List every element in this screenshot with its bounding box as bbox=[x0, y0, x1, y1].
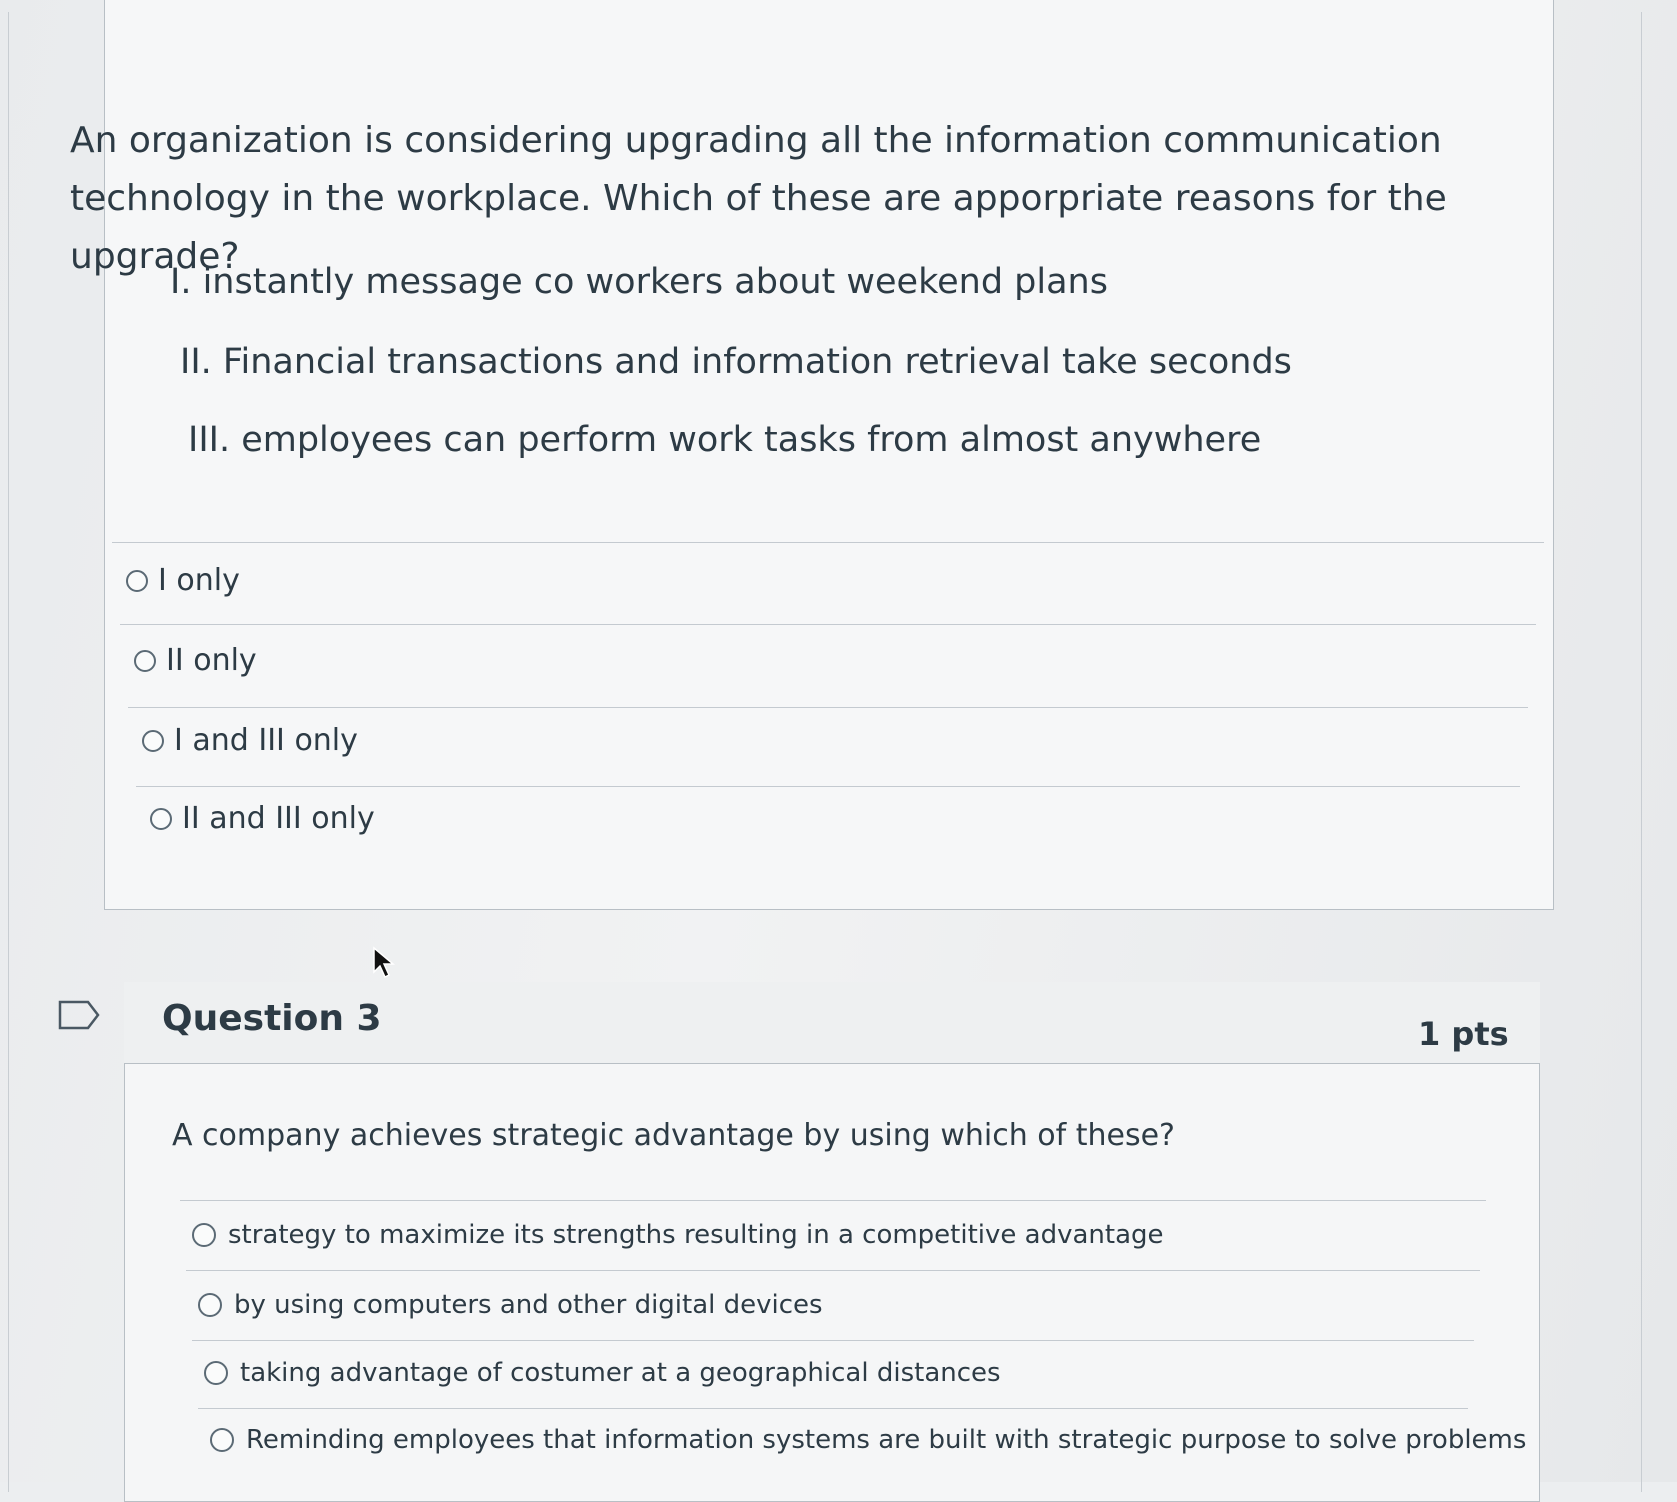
answer-divider bbox=[136, 786, 1520, 787]
answer-label: II only bbox=[166, 643, 257, 678]
answer-option-ii-and-iii-only[interactable]: II and III only bbox=[150, 801, 375, 836]
answer-option-i-only[interactable]: I only bbox=[126, 563, 240, 598]
answer-option-i-and-iii-only[interactable]: I and III only bbox=[142, 723, 358, 758]
answer-divider bbox=[128, 707, 1528, 708]
answer-label: I only bbox=[158, 563, 240, 598]
answer-label: strategy to maximize its strengths resul… bbox=[228, 1220, 1164, 1250]
radio-button[interactable] bbox=[134, 649, 156, 672]
question-3-prompt: A company achieves strategic advantage b… bbox=[172, 1118, 1175, 1153]
radio-button[interactable] bbox=[198, 1293, 222, 1317]
radio-button[interactable] bbox=[150, 807, 172, 830]
answers-divider-top bbox=[112, 542, 1544, 543]
answer-label: II and III only bbox=[182, 801, 375, 836]
answer-label: Reminding employees that information sys… bbox=[246, 1425, 1527, 1455]
radio-button[interactable] bbox=[142, 729, 164, 752]
question-3-points: 1 pts bbox=[1418, 1015, 1509, 1053]
answer-label: taking advantage of costumer at a geogra… bbox=[240, 1358, 1001, 1388]
answers-divider-top bbox=[180, 1200, 1486, 1201]
statement-1: I. instantly message co workers about we… bbox=[170, 262, 1108, 302]
question-2-prompt: An organization is considering upgrading… bbox=[70, 120, 1447, 277]
answer-divider bbox=[192, 1340, 1474, 1341]
mouse-cursor-icon bbox=[373, 946, 396, 979]
answer-label: by using computers and other digital dev… bbox=[234, 1290, 823, 1320]
statement-2: II. Financial transactions and informati… bbox=[180, 342, 1292, 382]
statement-3: III. employees can perform work tasks fr… bbox=[188, 420, 1262, 460]
answer-option-computers[interactable]: by using computers and other digital dev… bbox=[198, 1290, 823, 1320]
radio-button[interactable] bbox=[210, 1428, 234, 1452]
radio-button[interactable] bbox=[192, 1223, 216, 1247]
answer-option-ii-only[interactable]: II only bbox=[134, 643, 257, 678]
radio-button[interactable] bbox=[126, 569, 148, 592]
radio-button[interactable] bbox=[204, 1361, 228, 1385]
answer-divider bbox=[198, 1408, 1468, 1409]
answer-label: I and III only bbox=[174, 723, 358, 758]
answer-option-reminding[interactable]: Reminding employees that information sys… bbox=[210, 1425, 1526, 1455]
answer-option-strategy[interactable]: strategy to maximize its strengths resul… bbox=[192, 1220, 1164, 1250]
flag-question-icon[interactable] bbox=[58, 1000, 100, 1030]
answer-divider bbox=[120, 624, 1536, 625]
question-3-title: Question 3 bbox=[162, 998, 382, 1039]
answer-option-costumer[interactable]: taking advantage of costumer at a geogra… bbox=[204, 1358, 1001, 1388]
answer-divider bbox=[186, 1270, 1480, 1271]
